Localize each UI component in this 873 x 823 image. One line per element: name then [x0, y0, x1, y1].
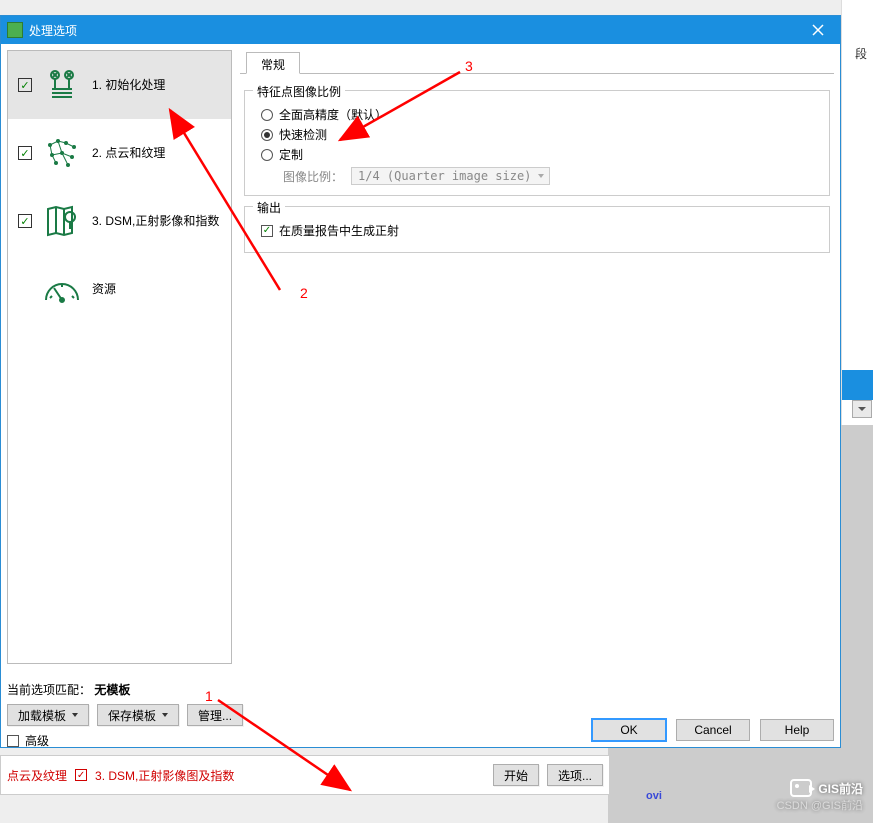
options-button[interactable]: 选项... — [547, 764, 603, 786]
image-scale-select[interactable]: 1/4 (Quarter image size) — [351, 167, 550, 185]
sidebar-checkbox-blank — [18, 282, 32, 296]
dialog-title: 处理选项 — [29, 22, 77, 39]
radio-label: 快速检测 — [279, 126, 327, 143]
sidebar-label: 1. 初始化处理 — [92, 77, 221, 94]
group-title: 特征点图像比例 — [253, 83, 345, 100]
sidebar-item-pointcloud[interactable]: ✓ 2. 点云和纹理 — [8, 119, 231, 187]
manage-button[interactable]: 管理... — [187, 704, 243, 726]
processing-bottom-bar: 点云及纹理 ✓ 3. DSM,正射影像图及指数 开始 选项... — [0, 755, 610, 795]
radio-fast-detection[interactable]: 快速检测 — [261, 126, 819, 143]
radio-label: 全面高精度（默认） — [279, 106, 387, 123]
save-template-button[interactable]: 保存模板 — [97, 704, 179, 726]
image-scale-label: 图像比例： — [283, 168, 343, 185]
titlebar: 处理选项 — [1, 16, 840, 44]
radio-icon — [261, 129, 273, 141]
advanced-checkbox[interactable]: ✓ — [7, 735, 19, 747]
sidebar-checkbox-2[interactable]: ✓ — [18, 146, 32, 160]
app-icon — [7, 22, 23, 38]
checkbox-label: 在质量报告中生成正射 — [279, 222, 399, 239]
dialog-footer: 当前选项匹配： 无模板 加载模板 保存模板 管理... ✓ 高级 OK Canc… — [7, 681, 834, 741]
watermark-main: GIS前沿 — [818, 780, 863, 797]
advanced-label: 高级 — [25, 732, 49, 749]
load-template-button[interactable]: 加载模板 — [7, 704, 89, 726]
bg-right-label: 段 — [855, 45, 867, 62]
map-pin-icon — [42, 201, 82, 241]
sidebar-item-dsm-ortho[interactable]: ✓ 3. DSM,正射影像和指数 — [8, 187, 231, 255]
checkbox-generate-ortho[interactable]: ✓ 在质量报告中生成正射 — [261, 222, 819, 239]
bg-ovi-text: ovi — [646, 790, 662, 802]
start-button[interactable]: 开始 — [493, 764, 539, 786]
bg-blue-strip — [842, 370, 873, 400]
group-output: 输出 ✓ 在质量报告中生成正射 — [244, 206, 830, 253]
match-prefix: 当前选项匹配： — [7, 683, 91, 697]
close-icon — [812, 24, 824, 36]
watermark: GIS前沿 CSDN @GIS前沿 — [777, 779, 863, 813]
template-match-line: 当前选项匹配： 无模板 — [7, 681, 834, 698]
group-title: 输出 — [253, 199, 285, 216]
bottom-step3-label: 3. DSM,正射影像图及指数 — [95, 767, 234, 784]
sidebar-item-resources[interactable]: 资源 — [8, 255, 231, 323]
gauge-icon — [42, 269, 82, 309]
group-feature-scale: 特征点图像比例 全面高精度（默认） 快速检测 定制 图像比例： 1/4 (Qua… — [244, 90, 830, 196]
pistons-icon — [42, 65, 82, 105]
radio-icon — [261, 109, 273, 121]
step-sidebar: ✓ 1. 初始化处理 ✓ 2. 点云和纹理 ✓ 3. DSM,正射影像和指数 — [7, 50, 232, 664]
tab-bar: 常规 — [240, 50, 834, 74]
wechat-icon — [790, 779, 812, 797]
sidebar-checkbox-3[interactable]: ✓ — [18, 214, 32, 228]
help-button[interactable]: Help — [760, 719, 834, 741]
close-button[interactable] — [796, 16, 840, 44]
bg-dropdown-button[interactable] — [852, 400, 872, 418]
processing-options-dialog: 处理选项 ✓ 1. 初始化处理 ✓ 2. 点云和纹理 — [0, 15, 841, 748]
main-panel: 常规 特征点图像比例 全面高精度（默认） 快速检测 定制 图像比例： — [240, 50, 834, 664]
bottom-step3-checkbox[interactable]: ✓ — [75, 769, 87, 781]
radio-label: 定制 — [279, 146, 303, 163]
cancel-button[interactable]: Cancel — [676, 719, 750, 741]
ok-button[interactable]: OK — [592, 719, 666, 741]
radio-full-precision[interactable]: 全面高精度（默认） — [261, 106, 819, 123]
pointcloud-icon — [42, 133, 82, 173]
sidebar-label: 资源 — [92, 281, 221, 298]
sidebar-item-initial-processing[interactable]: ✓ 1. 初始化处理 — [8, 51, 231, 119]
sidebar-checkbox-1[interactable]: ✓ — [18, 78, 32, 92]
radio-icon — [261, 149, 273, 161]
sidebar-label: 2. 点云和纹理 — [92, 145, 221, 162]
bottom-step2-label: 点云及纹理 — [7, 767, 67, 784]
match-value: 无模板 — [94, 683, 130, 697]
watermark-sub: CSDN @GIS前沿 — [777, 797, 863, 813]
checkbox-icon: ✓ — [261, 225, 273, 237]
tab-general[interactable]: 常规 — [246, 52, 300, 74]
radio-custom[interactable]: 定制 — [261, 146, 819, 163]
sidebar-label: 3. DSM,正射影像和指数 — [92, 213, 221, 230]
